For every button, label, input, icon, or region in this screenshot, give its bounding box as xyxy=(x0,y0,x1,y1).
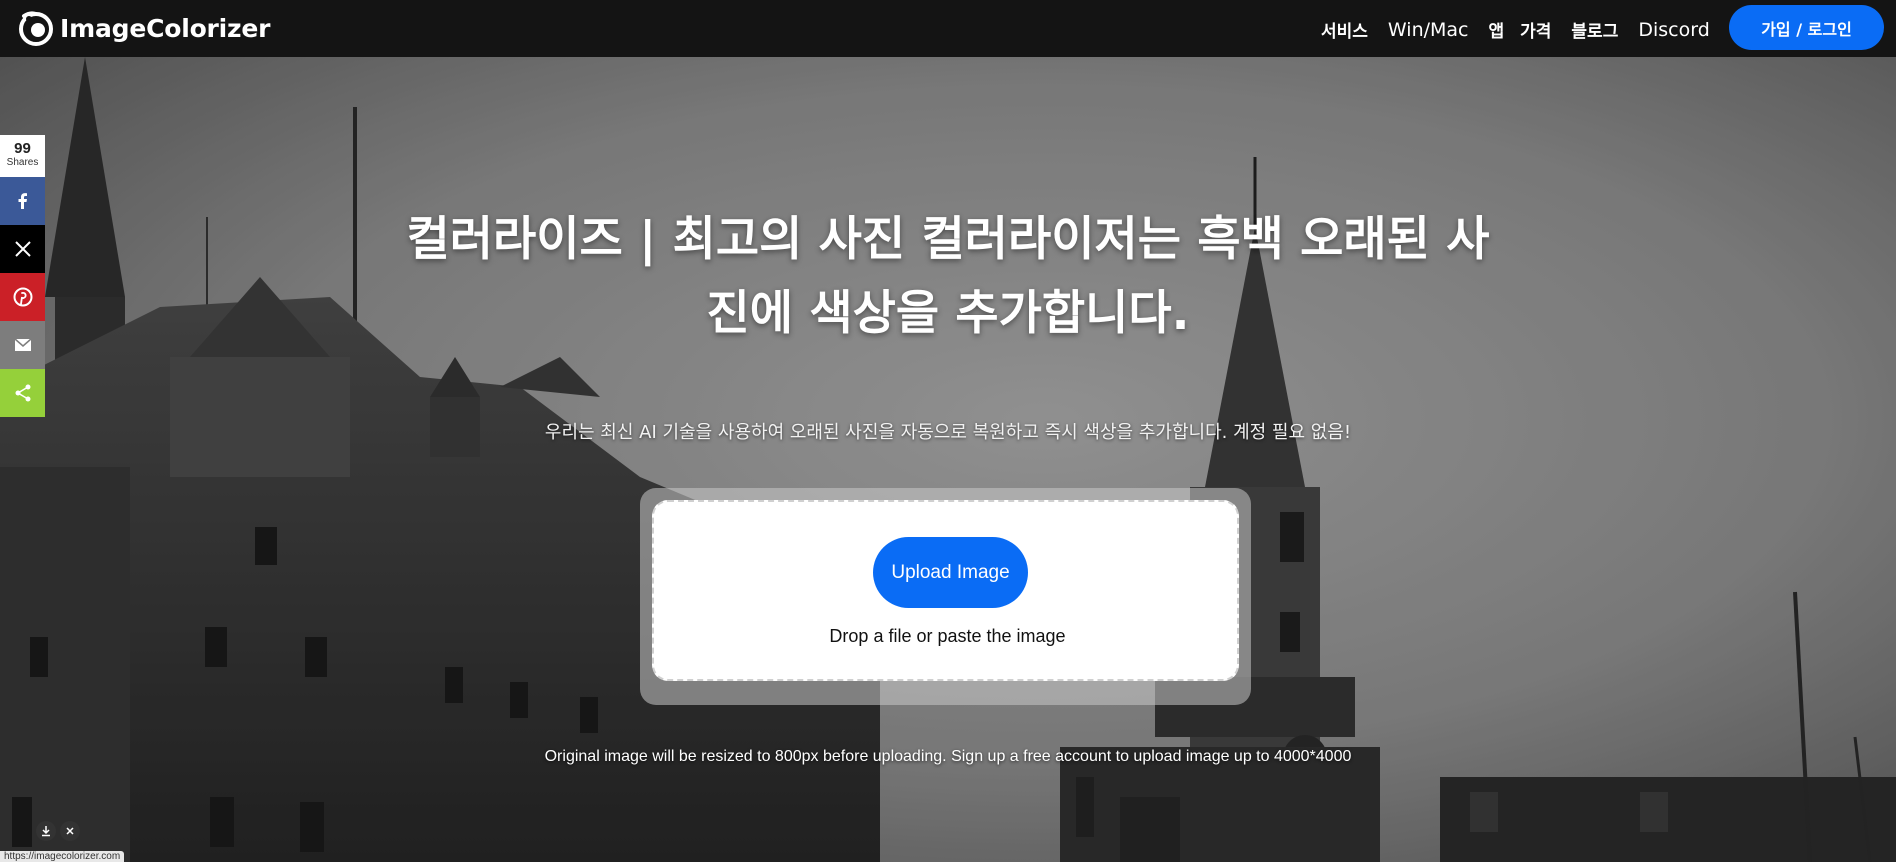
pinterest-icon xyxy=(13,287,32,307)
signup-login-button[interactable]: 가입 / 로그인 xyxy=(1729,5,1884,50)
resize-note: Original image will be resized to 800px … xyxy=(544,748,1352,765)
x-icon xyxy=(14,241,31,257)
logo-icon xyxy=(19,11,53,46)
share-count-number: 99 xyxy=(14,140,31,157)
nav-item-pricing[interactable]: 가격 xyxy=(1520,17,1551,42)
nav-item-winmac[interactable]: Win/Mac xyxy=(1388,19,1469,41)
close-button[interactable] xyxy=(60,821,80,841)
nav-item-app[interactable]: 앱 xyxy=(1489,17,1505,42)
hero-section xyxy=(0,57,1896,862)
brand-name: ImageColorizer xyxy=(60,13,271,43)
share-email-button[interactable] xyxy=(0,321,45,369)
main-nav: 서비스 Win/Mac 앱 가격 블로그 Discord xyxy=(1321,17,1710,43)
share-x-button[interactable] xyxy=(0,225,45,273)
share-count-label: Shares xyxy=(6,157,39,168)
page-subtitle: 우리는 최신 AI 기술을 사용하여 오래된 사진을 자동으로 복원하고 즉시 … xyxy=(544,422,1352,443)
download-icon xyxy=(42,826,50,837)
drop-hint-text: Drop a file or paste the image xyxy=(829,626,1066,646)
share-facebook-button[interactable] xyxy=(0,177,45,225)
share-count: 99 Shares xyxy=(0,135,45,177)
share-pinterest-button[interactable] xyxy=(0,273,45,321)
nav-item-services[interactable]: 서비스 xyxy=(1321,17,1368,42)
page-title: 컬러라이즈 | 최고의 사진 컬러라이저는 흑백 오래된 사진에 색상을 추가합… xyxy=(406,212,1490,341)
brand-logo[interactable]: ImageColorizer xyxy=(18,10,270,46)
status-bar-url: https://imagecolorizer.com xyxy=(0,851,125,862)
share-icon xyxy=(15,384,30,402)
top-navigation-bar: ImageColorizer 서비스 Win/Mac 앱 가격 블로그 Disc… xyxy=(0,0,1896,57)
email-icon xyxy=(14,338,31,351)
upload-dropzone[interactable]: Upload Image Drop a file or paste the im… xyxy=(652,500,1239,681)
hero-overlay xyxy=(0,57,1896,862)
share-sidebar: 99 Shares xyxy=(0,135,45,417)
share-more-button[interactable] xyxy=(0,369,45,417)
close-icon xyxy=(66,827,74,835)
facebook-icon xyxy=(18,193,27,209)
nav-item-discord[interactable]: Discord xyxy=(1638,19,1709,41)
floating-controls xyxy=(36,821,80,841)
nav-item-blog[interactable]: 블로그 xyxy=(1571,17,1618,42)
upload-image-button[interactable]: Upload Image xyxy=(873,537,1028,608)
download-button[interactable] xyxy=(36,821,56,841)
upload-card: Upload Image Drop a file or paste the im… xyxy=(640,488,1251,705)
